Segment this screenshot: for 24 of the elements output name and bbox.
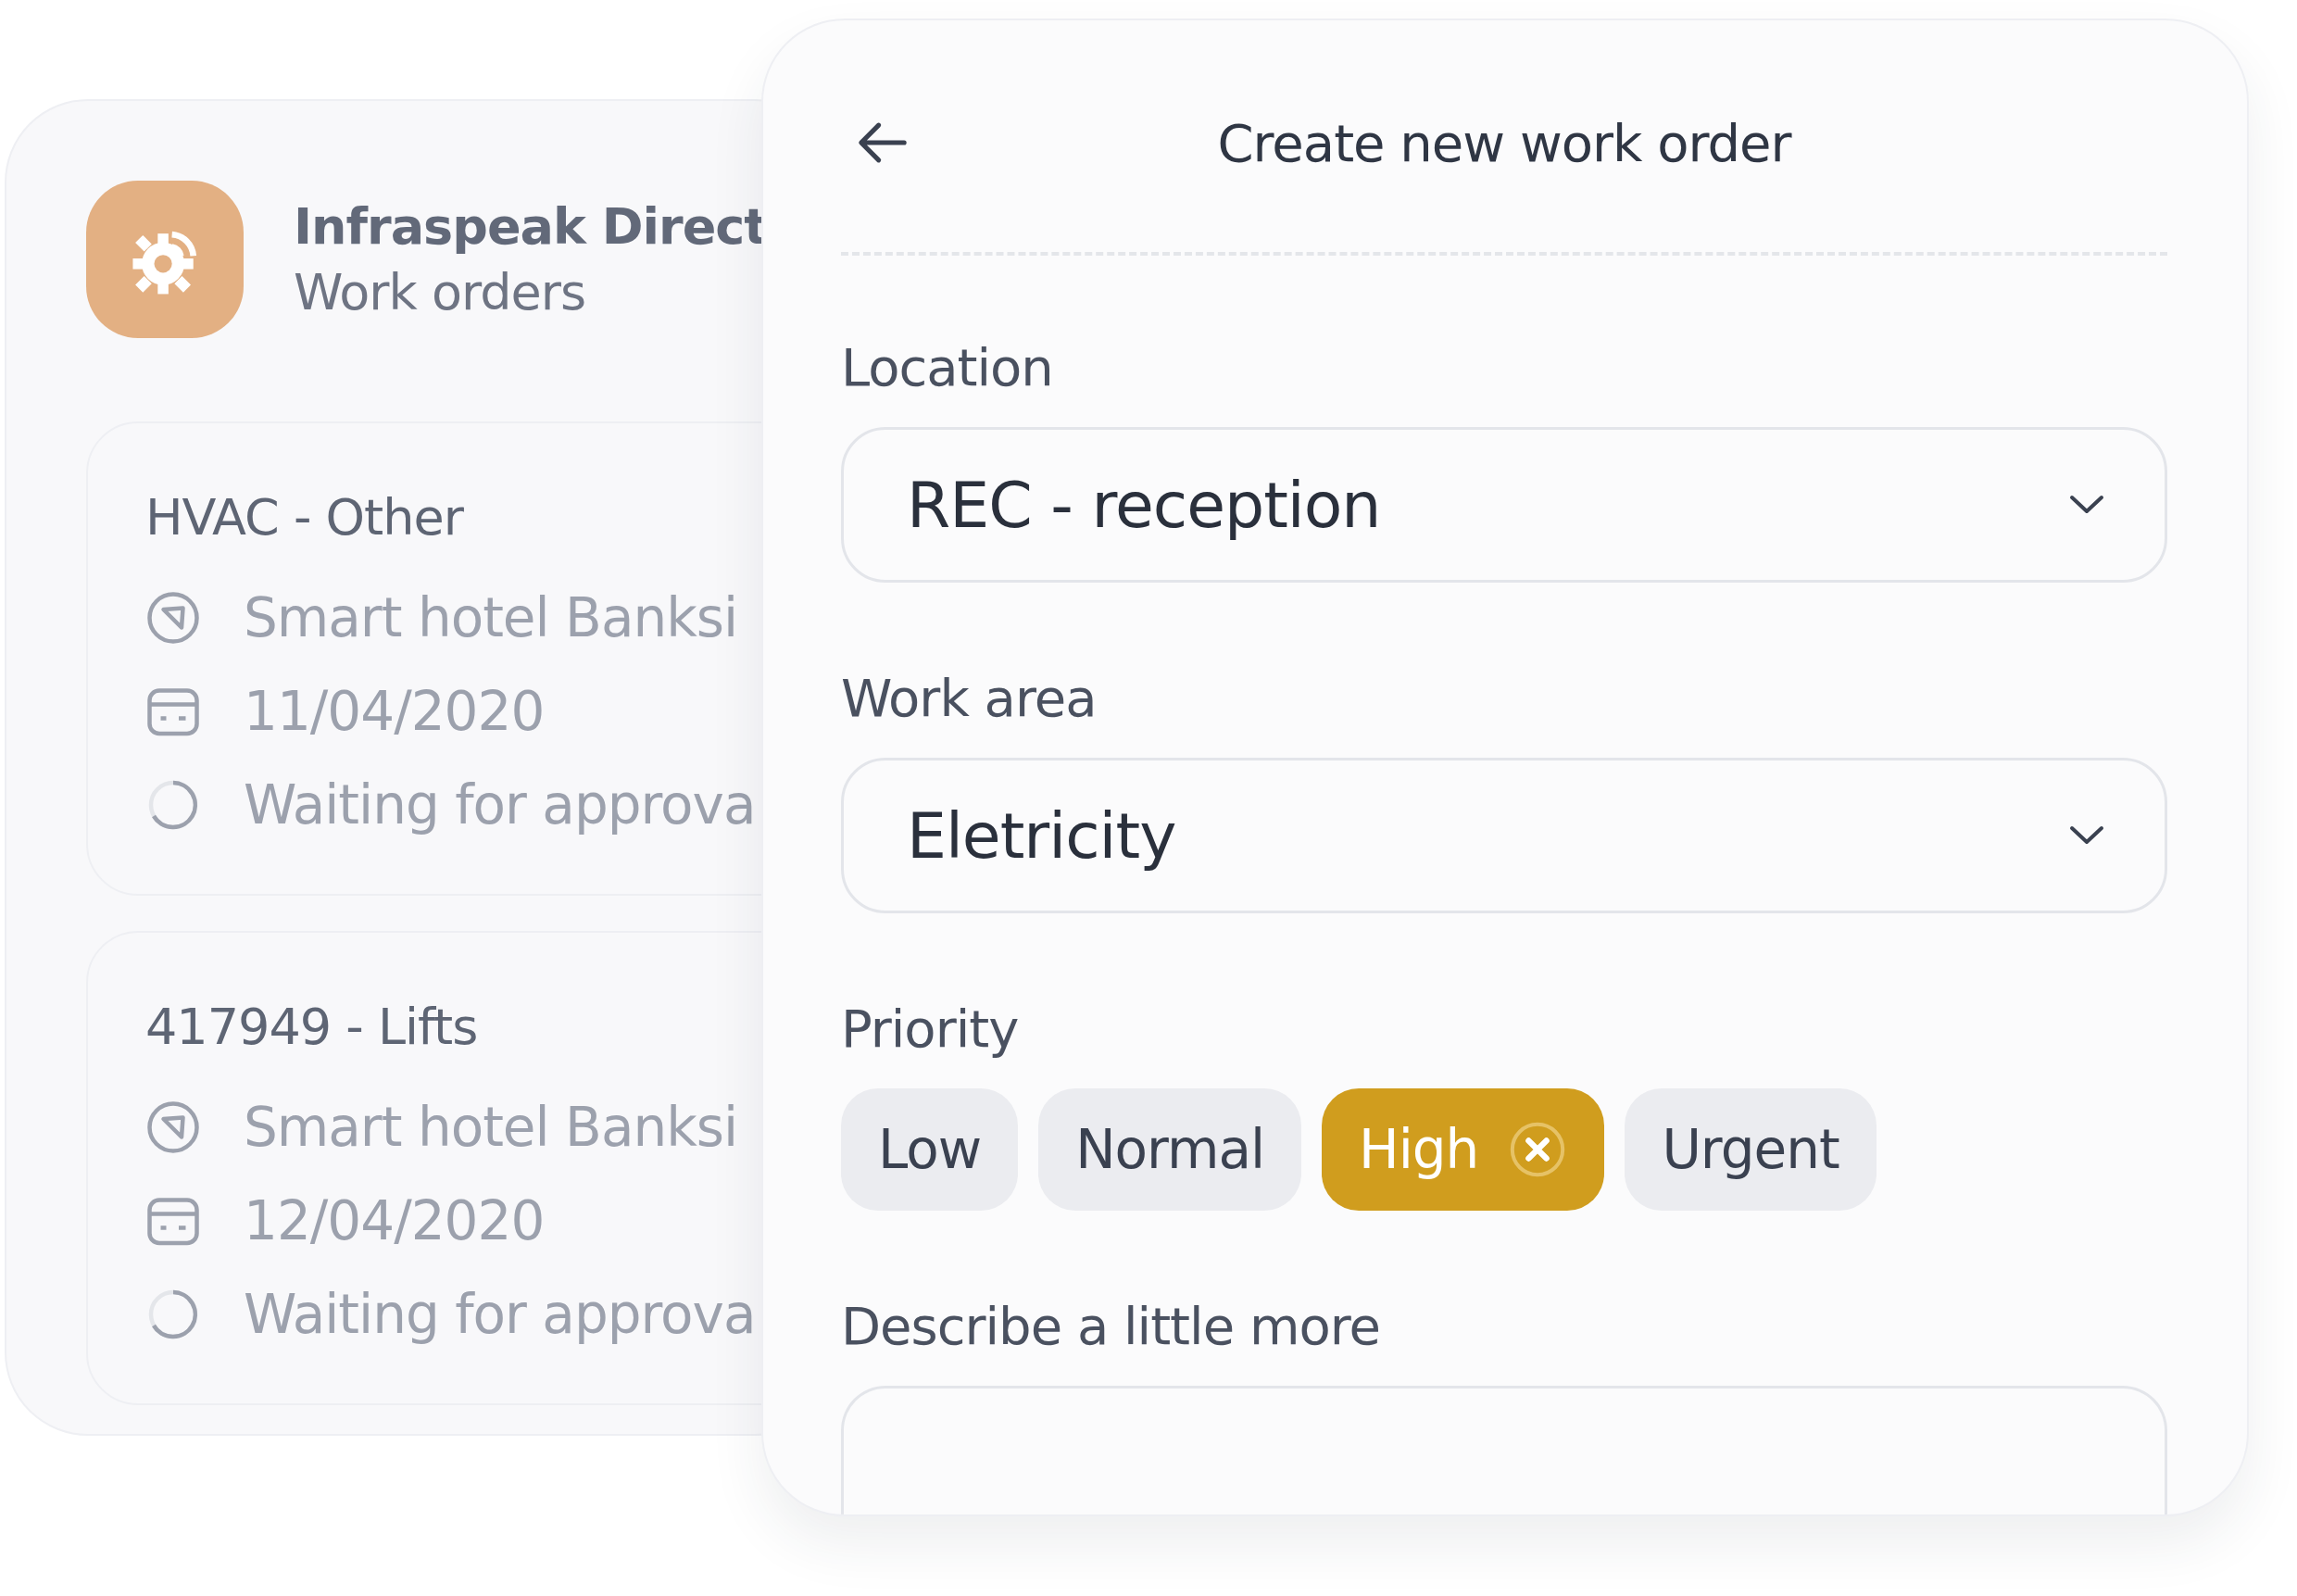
date-text: 12/04/2020 bbox=[244, 1188, 545, 1252]
priority-chip[interactable]: Normal bbox=[1038, 1088, 1302, 1211]
location-icon bbox=[145, 589, 201, 646]
field-label: Describe a little more bbox=[841, 1296, 1381, 1356]
form-title: Create new work order bbox=[1216, 112, 1793, 173]
status-text: Waiting for approva bbox=[244, 1282, 756, 1346]
order-title: HVAC - Other bbox=[145, 488, 465, 547]
location-text: Smart hotel Banksi bbox=[244, 1095, 738, 1159]
chevron-down-icon bbox=[2068, 824, 2105, 847]
order-title: 417949 - Lifts bbox=[145, 998, 479, 1056]
chevron-down-icon bbox=[2068, 494, 2105, 516]
priority-chip[interactable]: Urgent bbox=[1625, 1088, 1877, 1211]
dropdown[interactable]: Eletricity bbox=[841, 758, 2167, 913]
location-text: Smart hotel Banksi bbox=[244, 585, 738, 649]
app-name: Infraspeak Direct bbox=[294, 197, 768, 256]
section-title: Work orders bbox=[294, 263, 587, 321]
date-text: 11/04/2020 bbox=[244, 679, 545, 743]
status-text: Waiting for approva bbox=[244, 773, 756, 836]
field-label: Priority bbox=[841, 999, 1020, 1059]
field-label: Location bbox=[841, 337, 1054, 397]
dropdown[interactable]: REC - reception bbox=[841, 427, 2167, 583]
field-label: Work area bbox=[841, 668, 1098, 728]
priority-chip[interactable]: Low bbox=[841, 1088, 1019, 1211]
location-icon bbox=[145, 1099, 201, 1155]
